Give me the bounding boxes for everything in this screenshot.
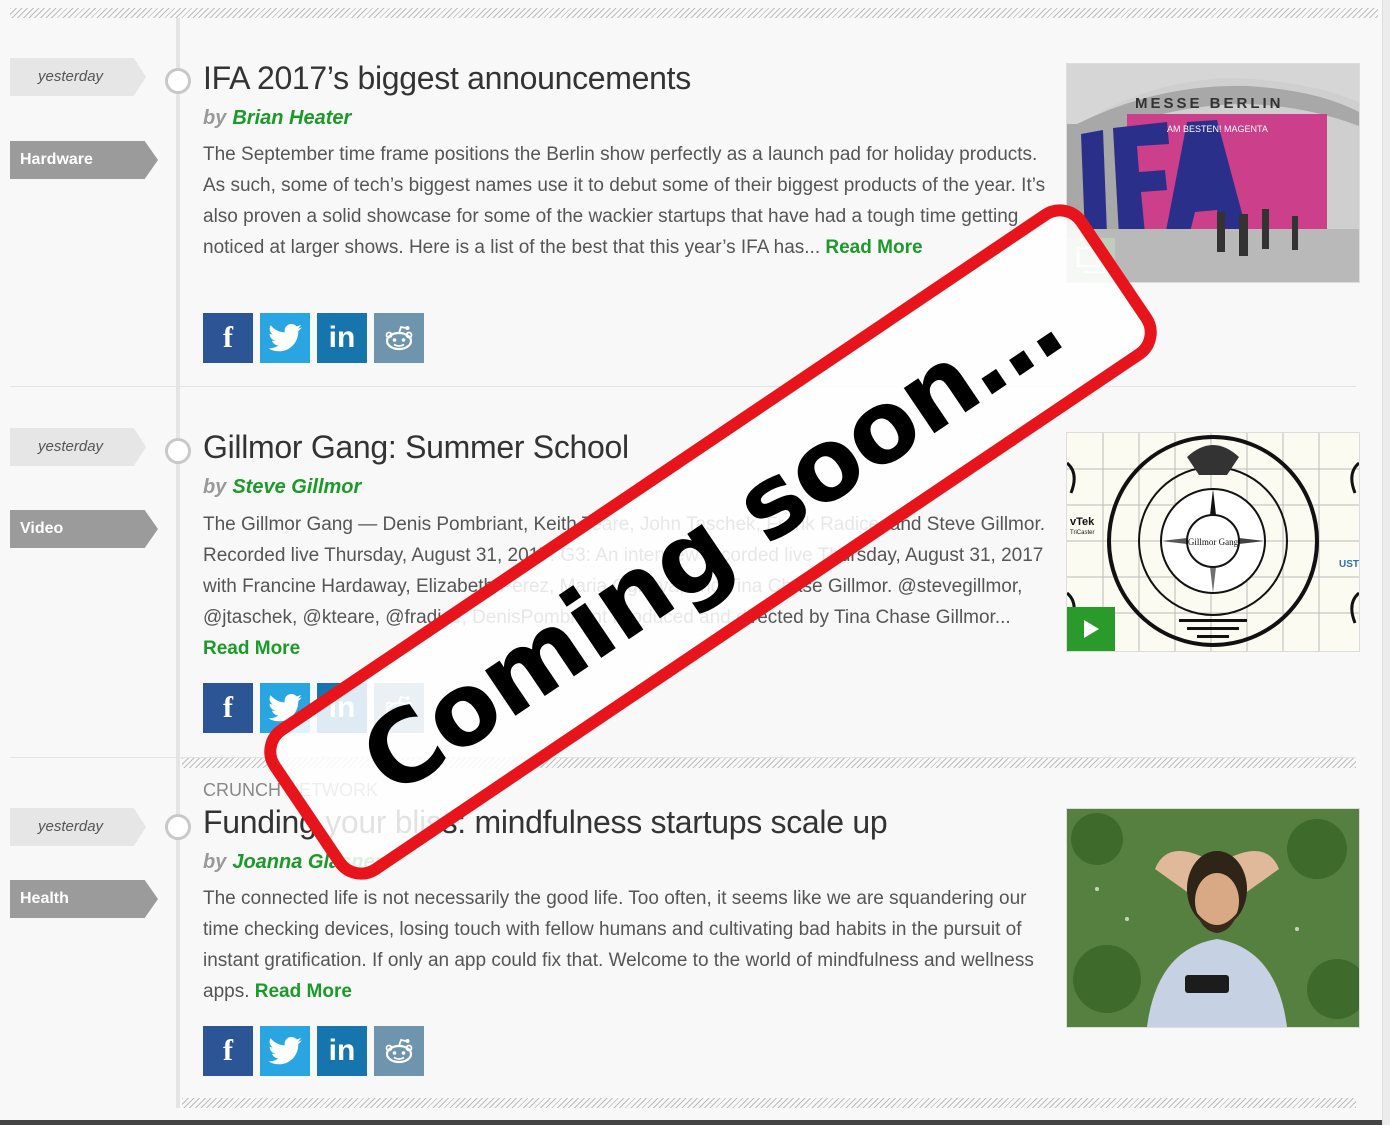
article-thumbnail[interactable] (1066, 808, 1360, 1028)
timeline-dot (165, 814, 191, 840)
article-excerpt: The Gillmor Gang — Denis Pombriant, Keit… (203, 509, 1048, 664)
byline: by Joanna Glasner (203, 851, 382, 874)
linkedin-share-button[interactable]: in (317, 683, 367, 733)
facebook-icon: f (223, 321, 233, 354)
gallery-icon (1076, 246, 1106, 274)
timeline-dot (165, 438, 191, 464)
read-more-link[interactable]: Read More (203, 638, 300, 659)
image-sign-text: MESSE BERLIN (1135, 95, 1284, 112)
author-link[interactable]: Steve Gillmor (232, 476, 361, 498)
author-link[interactable]: Brian Heater (232, 107, 351, 129)
byline-prefix: by (203, 476, 227, 498)
linkedin-share-button[interactable]: in (317, 313, 367, 363)
bottom-hatch-border (182, 1098, 1356, 1108)
twitter-icon (268, 694, 302, 722)
date-tag: yesterday (10, 428, 146, 466)
reddit-icon (385, 695, 413, 721)
facebook-icon: f (223, 691, 233, 724)
facebook-icon: f (223, 1034, 233, 1067)
twitter-share-button[interactable] (260, 683, 310, 733)
reddit-icon (385, 325, 413, 351)
image-left-logo-text: vTek (1070, 516, 1095, 528)
twitter-icon (268, 324, 302, 352)
date-tag: yesterday (10, 808, 146, 846)
bottom-bar (0, 1120, 1390, 1125)
section-kicker[interactable]: CRUNCH NETWORK (203, 780, 378, 801)
image-banner-text: AM BESTEN! MAGENTA (1167, 124, 1268, 134)
top-hatch-border (10, 8, 1378, 18)
byline: by Steve Gillmor (203, 476, 361, 499)
man-in-grass-photo (1067, 809, 1359, 1027)
byline-prefix: by (203, 107, 227, 129)
image-right-logo-text: UST (1339, 559, 1359, 570)
reddit-share-button[interactable] (374, 313, 424, 363)
category-tag-video[interactable]: Video (10, 510, 158, 548)
article-excerpt: The September time frame positions the B… (203, 139, 1048, 263)
gallery-badge (1067, 238, 1115, 282)
image-center-text: Gillmor Gang (1188, 537, 1239, 547)
play-icon (1084, 620, 1099, 638)
facebook-share-button[interactable]: f (203, 1026, 253, 1076)
image-left-logo-sub: TriCaster (1070, 530, 1094, 536)
facebook-share-button[interactable]: f (203, 313, 253, 363)
linkedin-icon: in (328, 321, 356, 354)
category-tag-hardware[interactable]: Hardware (10, 141, 158, 179)
linkedin-icon: in (328, 691, 356, 724)
read-more-link[interactable]: Read More (825, 237, 922, 258)
section-hatch-border (182, 758, 1356, 768)
article-excerpt: The connected life is not necessarily th… (203, 883, 1048, 1007)
share-buttons: f in (203, 313, 424, 363)
video-thumbnail[interactable]: vTek TriCaster UST Gillmor Gang (1066, 432, 1360, 652)
article-title[interactable]: Gillmor Gang: Summer School (203, 429, 629, 466)
byline: by Brian Heater (203, 107, 351, 130)
timeline-line (176, 18, 180, 1108)
author-link[interactable]: Joanna Glasner (232, 851, 382, 873)
share-buttons: f in (203, 1026, 424, 1076)
article-title[interactable]: Funding your bliss: mindfulness startups… (203, 804, 888, 841)
date-tag: yesterday (10, 58, 146, 96)
read-more-link[interactable]: Read More (255, 981, 352, 1002)
article-divider (10, 386, 1356, 387)
reddit-share-button[interactable] (374, 683, 424, 733)
twitter-icon (268, 1037, 302, 1065)
timeline-dot (165, 68, 191, 94)
byline-prefix: by (203, 851, 227, 873)
reddit-share-button[interactable] (374, 1026, 424, 1076)
right-scrollbar[interactable] (1382, 0, 1390, 1125)
excerpt-text: The Gillmor Gang — Denis Pombriant, Keit… (203, 514, 1046, 628)
linkedin-icon: in (328, 1034, 356, 1067)
category-tag-health[interactable]: Health (10, 880, 158, 918)
share-buttons: f in (203, 683, 424, 733)
article-thumbnail[interactable]: MESSE BERLIN AM BESTEN! MAGENTA (1066, 63, 1360, 283)
twitter-share-button[interactable] (260, 313, 310, 363)
twitter-share-button[interactable] (260, 1026, 310, 1076)
video-play-badge[interactable] (1067, 607, 1115, 651)
facebook-share-button[interactable]: f (203, 683, 253, 733)
reddit-icon (385, 1038, 413, 1064)
linkedin-share-button[interactable]: in (317, 1026, 367, 1076)
article-title[interactable]: IFA 2017’s biggest announcements (203, 60, 691, 97)
